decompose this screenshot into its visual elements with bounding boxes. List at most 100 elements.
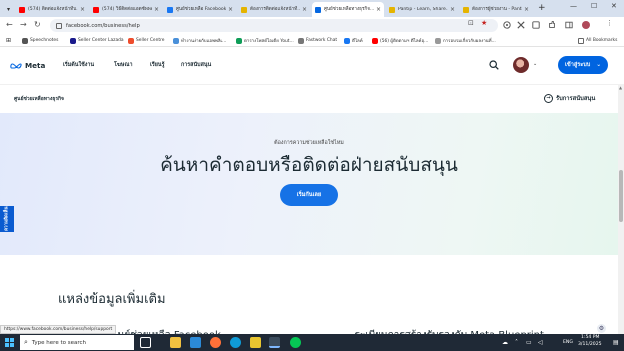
bookmark-item[interactable]: Fastwork Chat [298, 36, 337, 45]
minimize-icon[interactable]: — [570, 2, 577, 10]
get-started-button[interactable]: เริ่มกันเลย [280, 184, 338, 206]
back-icon[interactable]: ← [6, 20, 13, 29]
windows-taskbar: ⌕ Type here to search ☁ ˄ ▭ ◁ ENG 1:54 P… [0, 334, 624, 351]
chevron-down-icon[interactable]: ⌄ [533, 61, 537, 67]
meta-infinity-icon [10, 62, 22, 69]
browser-tab[interactable]: (574) ติดต่อแจ้งหน้าที่บ... × [16, 2, 88, 17]
browser-tab-label: (574) วิธีติดต่อแอดซัพพอร์ต... [102, 7, 152, 12]
tab-list-button[interactable]: ▾ [4, 2, 14, 17]
speechnotes-icon [22, 37, 28, 44]
file-explorer-icon[interactable] [170, 337, 181, 348]
status-url-tooltip: https://www.facebook.com/business/help/s… [0, 325, 117, 334]
close-window-icon[interactable]: ✕ [611, 2, 617, 10]
browser-tab-label: ต้องการติดต่อแจ้งหน้าที่... [250, 7, 300, 12]
google-lens-icon[interactable] [503, 21, 511, 29]
browser-tab[interactable]: ศูนย์ช่วยเหลือ Facebook -...× [164, 2, 236, 17]
nav-advertise[interactable]: โฆษณา [114, 61, 132, 69]
forward-icon[interactable]: → [20, 20, 27, 29]
youtube-icon [93, 6, 99, 13]
bookmark-item[interactable]: Seller Center Lazada [70, 36, 124, 45]
address-text: facebook.com/business/help [66, 22, 140, 29]
login-button[interactable]: เข้าสู่ระบบ ⌄ [558, 56, 608, 74]
close-tab-icon[interactable]: × [450, 6, 455, 13]
notification-icon[interactable]: ▤ [613, 339, 619, 346]
bookmark-star-icon[interactable]: ★ [481, 19, 487, 27]
bookmark-item[interactable]: (56) ผู้ติดตามฯ ตีไลค์อุ... [372, 36, 428, 45]
close-tab-icon[interactable]: × [80, 6, 85, 13]
nav-support[interactable]: การสนับสนุน [181, 61, 211, 69]
windows-start-icon[interactable] [5, 338, 14, 347]
network-icon[interactable]: ▭ [526, 339, 532, 346]
weather-icon[interactable]: ☁ [502, 339, 508, 346]
new-tab-button[interactable]: + [538, 3, 546, 13]
close-tab-icon[interactable]: × [524, 6, 529, 13]
apps-grid-icon[interactable]: ⊞ [6, 36, 11, 45]
bookmark-label: Seller Centre [136, 38, 165, 43]
chrome-icon[interactable] [269, 337, 280, 348]
browser-tab[interactable]: ศูนย์ช่วยเหลือทางธุรกิจ... × [312, 2, 384, 17]
nav-get-started[interactable]: เริ่มต้นใช้งาน [63, 61, 94, 69]
taskbar-search-input[interactable]: ⌕ Type here to search [20, 335, 134, 350]
shopee-icon [128, 37, 134, 44]
close-tab-icon[interactable]: × [228, 6, 233, 13]
get-support-label: รับการสนับสนุน [556, 96, 596, 102]
feedback-tab[interactable]: ความคิดเห็น [0, 206, 14, 232]
folder-icon [578, 37, 584, 44]
close-tab-icon[interactable]: × [376, 6, 381, 13]
nav-learn[interactable]: เรียนรู้ [150, 61, 164, 69]
extension-icon[interactable] [517, 21, 525, 29]
browser-tab[interactable]: Pantip - Learn, Share... × [386, 2, 458, 17]
profile-avatar-icon[interactable] [582, 21, 590, 29]
avatar[interactable] [513, 57, 529, 73]
bookmark-item[interactable]: ตีไลค์ [344, 36, 363, 45]
photo-app-icon[interactable] [250, 337, 261, 348]
firefox-icon[interactable] [210, 337, 221, 348]
line-app-icon[interactable] [290, 337, 301, 348]
mail-icon[interactable] [190, 337, 201, 348]
get-support-link[interactable]: → รับการสนับสนุน [544, 93, 595, 103]
bookmark-label: Seller Center Lazada [78, 38, 124, 43]
bookmark-item[interactable]: การอบรมเกี่ยวกับผลงานที่... [435, 36, 496, 45]
volume-icon[interactable]: ◁ [538, 339, 543, 346]
cast-icon[interactable]: ⊡ [468, 19, 474, 27]
facebook-icon [344, 37, 350, 44]
settings-gear-icon[interactable]: ⚙ [597, 324, 606, 333]
puzzle-icon[interactable] [548, 21, 556, 29]
browser-tab-label: Pantip - Learn, Share... [398, 7, 448, 12]
clock-time[interactable]: 1:54 PM [581, 335, 600, 340]
login-button-label: เข้าสู่ระบบ [564, 62, 591, 68]
all-bookmarks-button[interactable]: All Bookmarks [578, 36, 617, 45]
hero-title: ค้นหาคำตอบหรือติดต่อฝ่ายสนับสนุน [160, 154, 458, 176]
browser-tab[interactable]: ต้องการติดต่อแจ้งหน้าที่... × [238, 2, 310, 17]
bookmark-item[interactable]: Speechnotes [22, 36, 58, 45]
business-help-center-title[interactable]: ศูนย์ช่วยเหลือทางธุรกิจ [14, 95, 64, 103]
reading-list-icon[interactable] [532, 21, 540, 29]
chevron-up-icon[interactable]: ˄ [515, 339, 518, 346]
scroll-thumb[interactable] [619, 170, 623, 222]
search-icon[interactable] [489, 60, 499, 70]
bookmark-item[interactable]: Seller Centre [128, 36, 165, 45]
browser-tab[interactable]: (574) วิธีติดต่อแอดซัพพอร์ต...× [90, 2, 162, 17]
site-info-icon[interactable] [56, 22, 62, 29]
edge-icon[interactable] [230, 337, 241, 348]
clock-date[interactable]: 3/11/2025 [578, 342, 602, 347]
close-tab-icon[interactable]: × [154, 6, 159, 13]
meta-logo[interactable]: Meta [10, 61, 45, 70]
browser-tab-label: (574) ติดต่อแจ้งหน้าที่บ... [28, 7, 78, 12]
close-tab-icon[interactable]: × [302, 6, 307, 13]
scroll-up-icon[interactable]: ▲ [619, 85, 622, 90]
reload-icon[interactable]: ↻ [34, 20, 41, 29]
resources-section: แหล่งข้อมูลเพิ่มเติม ...นย์ช่วยเหลือ Fac… [0, 255, 618, 341]
browser-tab[interactable]: ต้องการผู้ช่วยงาน - Pantip × [460, 2, 532, 17]
bookmark-item[interactable]: ทำงานง่ายกับแอพพลิเ... [173, 36, 226, 45]
menu-kebab-icon[interactable]: ⋮ [606, 19, 613, 27]
maximize-icon[interactable]: ☐ [591, 2, 597, 10]
task-view-icon[interactable] [140, 337, 151, 348]
language-indicator[interactable]: ENG [563, 340, 573, 345]
scrollbar[interactable]: ▲ [618, 84, 624, 334]
address-input[interactable]: facebook.com/business/help [50, 19, 498, 32]
bookmark-item[interactable]: ตารางโพสต์ไอเดีย Yout... [236, 36, 294, 45]
address-bar-row: ← → ↻ facebook.com/business/help ⊡ ★ ⋮ [0, 17, 624, 34]
tab-strip: ▾ (574) ติดต่อแจ้งหน้าที่บ... × (574) วิธี… [0, 0, 624, 17]
sidebar-icon[interactable] [565, 21, 573, 29]
